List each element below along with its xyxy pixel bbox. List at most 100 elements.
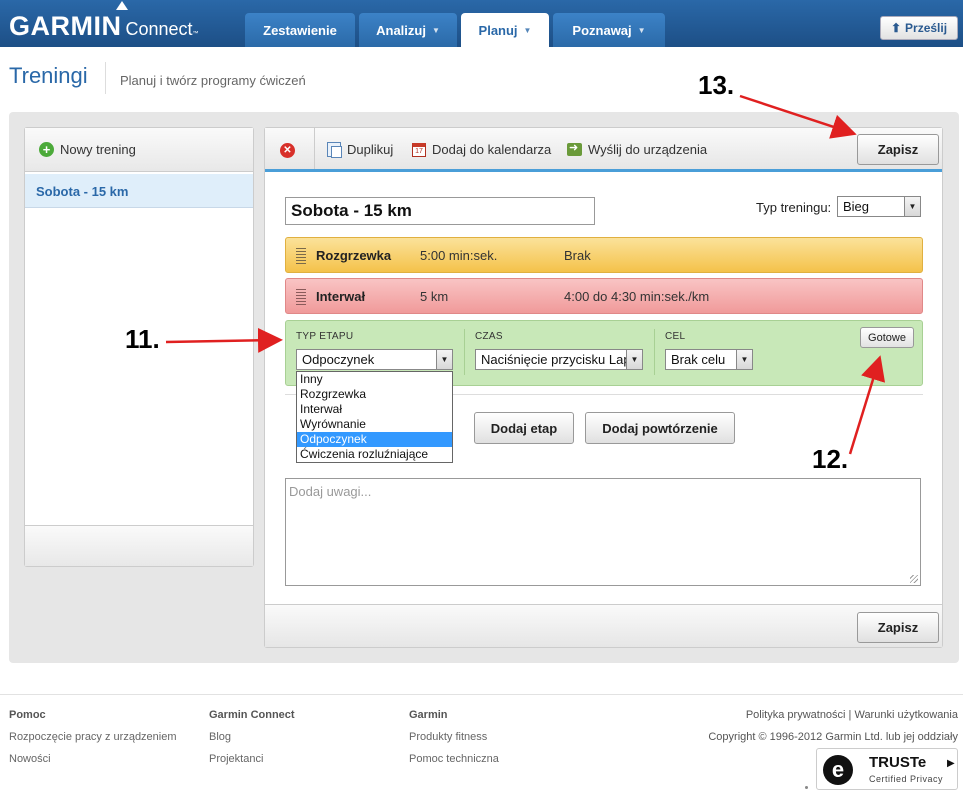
duplicate-icon: [327, 142, 342, 158]
footer-link[interactable]: Blog: [209, 731, 231, 743]
step-type-select[interactable]: Odpoczynek ▼: [296, 349, 453, 370]
step-type-label: TYP ETAPU: [296, 331, 354, 342]
step-target: Brak: [564, 247, 591, 263]
step-type-dropdown-list: Inny Rozgrzewka Interwał Wyrównanie Odpo…: [296, 371, 453, 463]
sidebar-item-workout[interactable]: Sobota - 15 km: [25, 174, 253, 208]
chevron-down-icon: ▼: [523, 25, 532, 35]
footer-help-title: Pomoc: [9, 709, 46, 721]
truste-subtitle: Certified Privacy: [869, 774, 944, 784]
step-row-interval[interactable]: Interwał 5 km 4:00 do 4:30 min:sek./km: [285, 278, 923, 314]
done-button[interactable]: Gotowe: [860, 327, 914, 348]
chevron-down-icon: ▼: [626, 350, 642, 369]
tab-analizuj[interactable]: Analizuj ▼: [359, 13, 457, 47]
dropdown-option[interactable]: Ćwiczenia rozluźniające: [297, 447, 452, 462]
save-button-bottom[interactable]: Zapisz: [857, 612, 939, 643]
send-to-device-label: Wyślij do urządzenia: [588, 142, 708, 157]
delete-icon[interactable]: ✕: [280, 143, 295, 158]
drag-handle-icon[interactable]: [296, 248, 306, 264]
send-to-device-icon: [567, 141, 582, 156]
step-duration-label: CZAS: [475, 331, 503, 342]
annotation-13: 13.: [698, 70, 735, 100]
dropdown-option[interactable]: Interwał: [297, 402, 452, 417]
dropdown-option[interactable]: Wyrównanie: [297, 417, 452, 432]
dropdown-option[interactable]: Inny: [297, 372, 452, 387]
step-duration: 5 km: [420, 288, 449, 304]
footer-gc-title: Garmin Connect: [209, 709, 295, 721]
editor-toolbar: ✕ Duplikuj 17 Dodaj do kalendarza Wyślij…: [265, 128, 942, 172]
step-type-value: Odpoczynek: [302, 352, 375, 367]
play-icon: ▶: [947, 758, 955, 769]
workout-editor-panel: ✕ Duplikuj 17 Dodaj do kalendarza Wyślij…: [264, 127, 943, 648]
field-divider: [654, 329, 655, 375]
new-workout-button[interactable]: + Nowy trening: [25, 128, 253, 172]
step-name: Rozgrzewka: [316, 247, 392, 263]
logo-triangle-icon: [116, 1, 128, 10]
new-workout-label: Nowy trening: [60, 142, 136, 157]
step-duration-value: Naciśnięcie przycisku Lap: [481, 352, 631, 367]
step-goal-label: CEL: [665, 331, 686, 342]
send-to-device-button[interactable]: Wyślij do urządzenia: [567, 141, 708, 157]
duplicate-button[interactable]: Duplikuj: [327, 142, 394, 158]
footer-link[interactable]: Nowości: [9, 753, 51, 765]
garmin-connect-logo[interactable]: GARMIN Connect™: [9, 11, 199, 42]
add-repeat-button[interactable]: Dodaj powtórzenie: [585, 412, 735, 444]
notes-textarea[interactable]: Dodaj uwagi...: [285, 478, 921, 586]
workout-name-input[interactable]: Sobota - 15 km: [285, 197, 595, 225]
tab-label: Planuj: [478, 22, 518, 38]
drag-handle-icon[interactable]: [296, 289, 306, 305]
chevron-down-icon: ▼: [736, 350, 752, 369]
upload-button[interactable]: ⬆ Prześlij: [880, 16, 958, 40]
truste-title: TRUSTe: [869, 754, 927, 771]
footer-divider: [0, 694, 963, 695]
tab-zestawienie[interactable]: Zestawienie: [245, 13, 355, 47]
footer-link[interactable]: Projektanci: [209, 753, 263, 765]
footer-garmin-title: Garmin: [409, 709, 448, 721]
resize-handle-icon[interactable]: [910, 575, 918, 583]
calendar-icon: 17: [412, 142, 426, 157]
chevron-down-icon: ▼: [436, 350, 452, 369]
save-button-top[interactable]: Zapisz: [857, 134, 939, 165]
step-name: Interwał: [316, 288, 366, 304]
truste-e-icon: e: [823, 755, 853, 785]
field-divider: [464, 329, 465, 375]
sidebar-footer: [25, 525, 253, 566]
decorative-dot: [805, 786, 808, 789]
workout-type-select[interactable]: Bieg ▼: [837, 196, 921, 217]
annotation-12: 12.: [812, 444, 849, 474]
step-row-warmup[interactable]: Rozgrzewka 5:00 min:sek. Brak: [285, 237, 923, 273]
footer-copyright: Copyright © 1996-2012 Garmin Ltd. lub je…: [708, 731, 958, 743]
arrow-up-icon: ⬆: [890, 21, 902, 35]
logo-brand: GARMIN: [9, 11, 122, 41]
tab-label: Poznawaj: [572, 22, 632, 38]
tab-planuj[interactable]: Planuj ▼: [461, 13, 549, 47]
title-divider: [105, 62, 106, 94]
duplicate-label: Duplikuj: [347, 142, 394, 157]
chevron-down-icon: ▼: [637, 25, 646, 35]
step-duration: 5:00 min:sek.: [420, 247, 498, 263]
step-goal-value: Brak celu: [671, 352, 726, 367]
add-to-calendar-button[interactable]: 17 Dodaj do kalendarza: [412, 142, 551, 157]
upload-button-label: Prześlij: [905, 21, 948, 35]
footer-link[interactable]: Rozpoczęcie pracy z urządzeniem: [9, 731, 177, 743]
footer-link[interactable]: Produkty fitness: [409, 731, 487, 743]
footer-policy-links[interactable]: Polityka prywatności | Warunki użytkowan…: [746, 709, 958, 721]
tab-label: Zestawienie: [263, 22, 337, 38]
toolbar-divider: [314, 128, 315, 169]
logo-tm: ™: [192, 31, 199, 37]
add-step-button[interactable]: Dodaj etap: [474, 412, 574, 444]
tab-poznawaj[interactable]: Poznawaj ▼: [553, 13, 665, 47]
truste-badge[interactable]: e TRUSTe Certified Privacy ▶: [816, 748, 958, 790]
plus-icon: +: [39, 142, 54, 157]
dropdown-option[interactable]: Rozgrzewka: [297, 387, 452, 402]
footer-link[interactable]: Pomoc techniczna: [409, 753, 499, 765]
workout-type-label: Typ treningu:: [756, 200, 832, 215]
page-title: Treningi: [9, 63, 88, 88]
workout-type-value: Bieg: [843, 199, 870, 214]
chevron-down-icon: ▼: [904, 197, 920, 216]
step-goal-select[interactable]: Brak celu ▼: [665, 349, 753, 370]
step-duration-select[interactable]: Naciśnięcie przycisku Lap ▼: [475, 349, 643, 370]
add-to-calendar-label: Dodaj do kalendarza: [432, 142, 552, 157]
step-target: 4:00 do 4:30 min:sek./km: [564, 288, 710, 304]
dropdown-option-selected[interactable]: Odpoczynek: [297, 432, 452, 447]
page-subtitle: Planuj i twórz programy ćwiczeń: [120, 73, 306, 88]
